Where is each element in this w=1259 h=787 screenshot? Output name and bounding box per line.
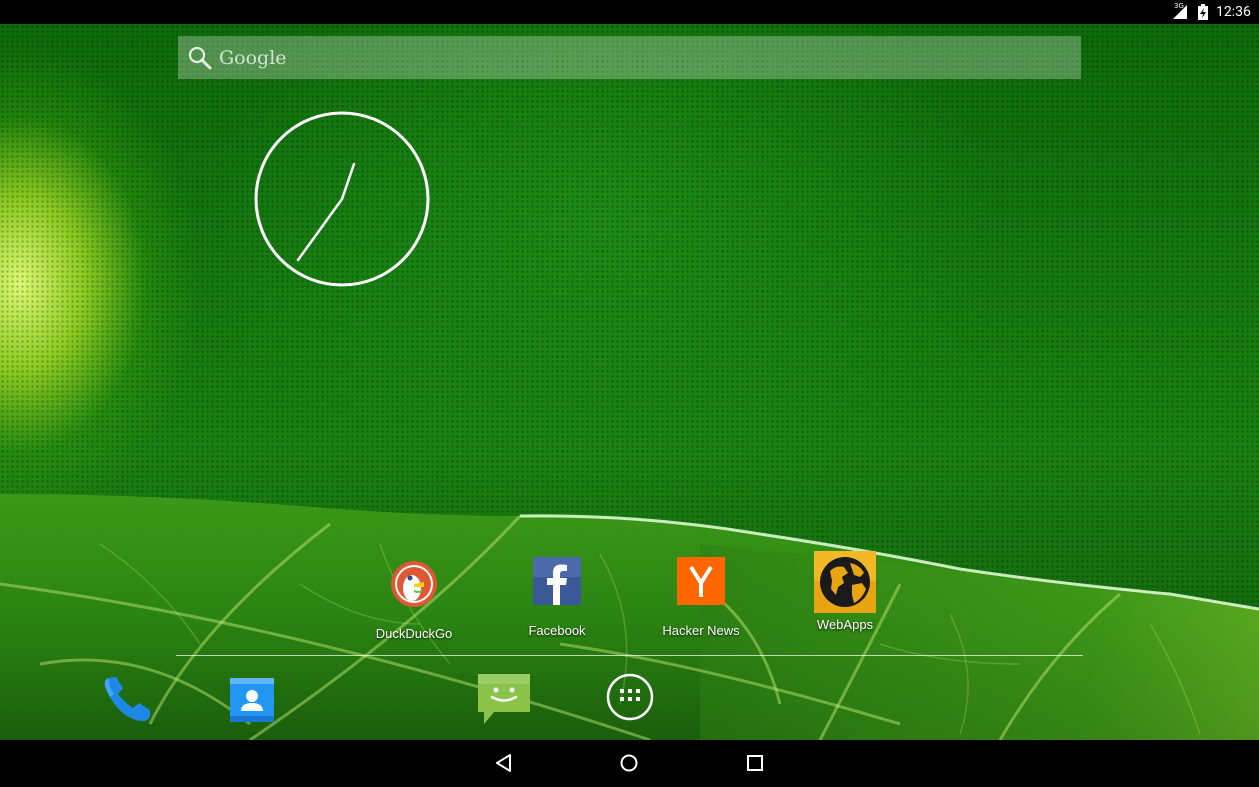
app-duckduckgo[interactable]: DuckDuckGo xyxy=(359,560,469,650)
search-icon xyxy=(188,46,212,70)
navigation-bar xyxy=(0,740,1259,787)
leaf-illustration xyxy=(0,494,1259,740)
phone-icon[interactable] xyxy=(100,672,154,726)
back-icon[interactable] xyxy=(494,753,514,773)
facebook-icon xyxy=(533,557,581,605)
app-label: DuckDuckGo xyxy=(375,626,453,641)
status-bar: 3G 12:36 xyxy=(0,0,1259,24)
hacker-news-icon xyxy=(677,557,725,605)
google-search-bar[interactable]: Google xyxy=(178,36,1081,79)
battery-icon xyxy=(1198,4,1208,20)
search-label: Google xyxy=(219,47,287,69)
clock-hour-hand xyxy=(340,162,356,201)
app-facebook[interactable]: Facebook xyxy=(502,557,612,647)
analog-clock-widget[interactable] xyxy=(253,110,433,290)
app-label: Facebook xyxy=(528,623,586,638)
status-time: 12:36 xyxy=(1216,4,1251,20)
duckduckgo-icon xyxy=(391,561,437,607)
app-label: WebApps xyxy=(816,617,874,632)
recents-icon[interactable] xyxy=(745,753,765,773)
messaging-icon[interactable] xyxy=(476,670,532,726)
app-label: Hacker News xyxy=(662,623,740,638)
signal-icon xyxy=(1173,5,1187,19)
dock-divider xyxy=(176,655,1083,656)
app-drawer-icon[interactable] xyxy=(605,672,655,722)
webapps-icon xyxy=(814,551,876,613)
contacts-icon[interactable] xyxy=(228,676,276,724)
clock-minute-hand xyxy=(296,197,344,262)
app-hacker-news[interactable]: Hacker News xyxy=(646,557,756,647)
home-icon[interactable] xyxy=(619,753,639,773)
wallpaper xyxy=(0,24,1259,740)
app-webapps[interactable]: WebApps xyxy=(790,551,900,641)
